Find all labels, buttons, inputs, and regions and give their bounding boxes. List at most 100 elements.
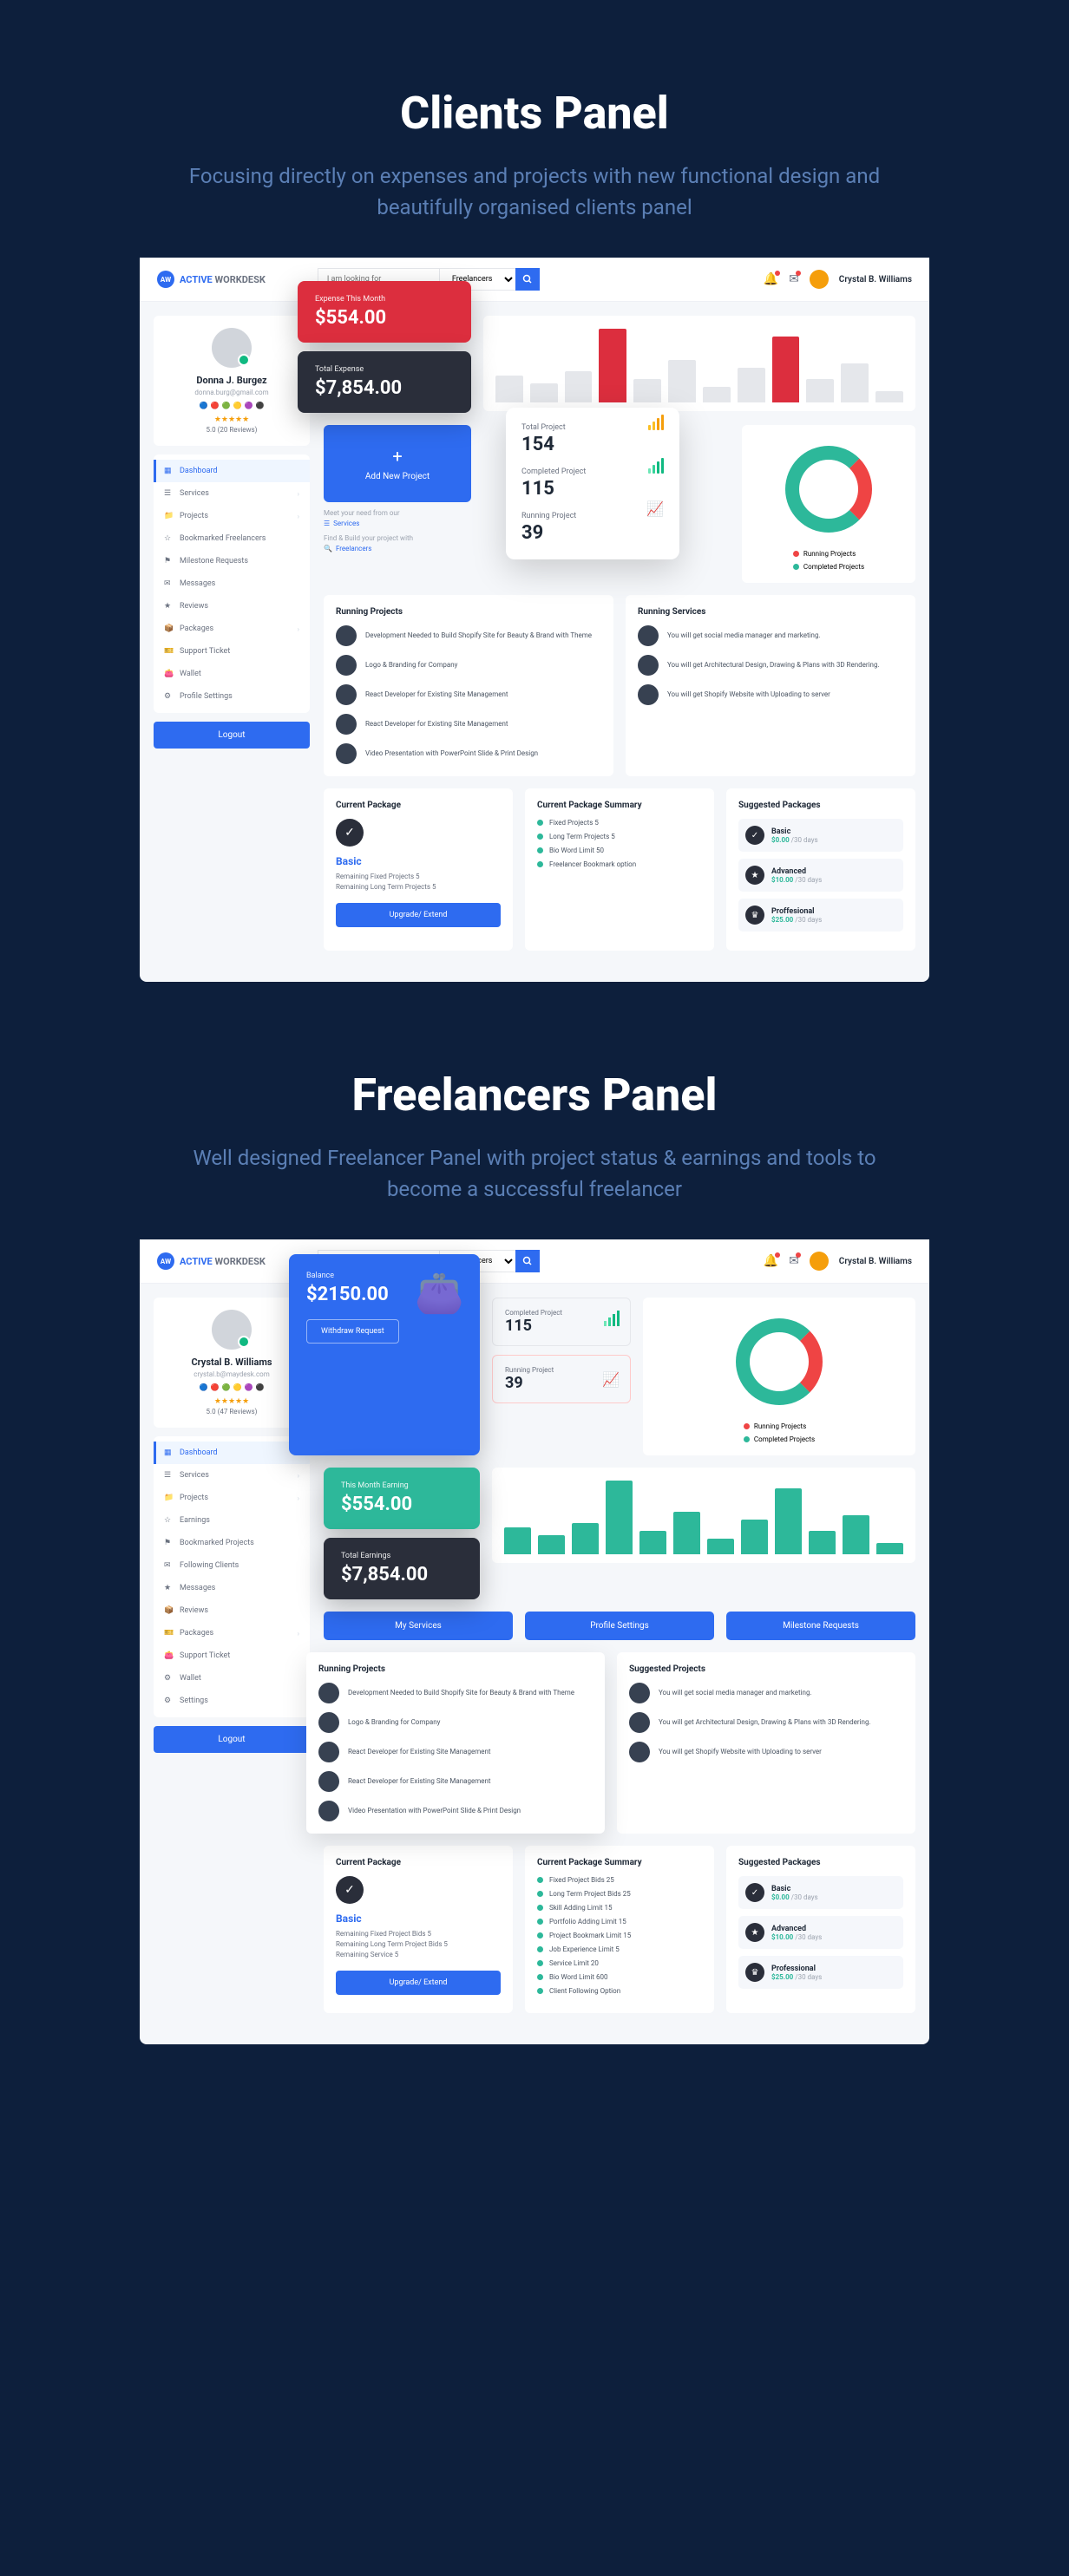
logout-button[interactable]: Logout	[154, 722, 310, 749]
notify-icon[interactable]: 🔔	[764, 1254, 778, 1268]
upgrade-button[interactable]: Upgrade/ Extend	[336, 903, 501, 927]
list-item[interactable]: Logo & Branding for Company	[318, 1712, 593, 1733]
nav-item-reviews[interactable]: 📦Reviews	[154, 1599, 310, 1622]
nav-item-milestone-requests[interactable]: ⚑Milestone Requests	[154, 550, 310, 572]
services-link[interactable]: ☰Services	[324, 520, 471, 527]
nav-menu: ▦Dashboard☰Services›📁Projects›☆Bookmarke…	[154, 454, 310, 713]
bar	[599, 329, 626, 403]
suggested-package[interactable]: ★Advanced$10.00 /30 days	[738, 1916, 903, 1949]
bar	[504, 1527, 531, 1555]
summary-item: Client Following Option	[537, 1987, 702, 1995]
topbar: AW ACTIVE WORKDESK Freelancers 🔔 ✉ Cryst…	[140, 258, 929, 302]
username[interactable]: Crystal B. Williams	[839, 1257, 912, 1266]
message-icon[interactable]: ✉	[789, 272, 799, 286]
nav-item-messages[interactable]: ✉Messages	[154, 572, 310, 595]
nav-item-support-ticket[interactable]: 👛Support Ticket	[154, 1644, 310, 1667]
sidebar: Crystal B. Williams crystal.b@maydesk.co…	[154, 1298, 310, 2013]
donut-chart	[736, 1318, 823, 1405]
notify-icon[interactable]: 🔔	[764, 272, 778, 286]
message-icon[interactable]: ✉	[789, 1254, 799, 1268]
suggested-package[interactable]: ✓Basic$0.00 /30 days	[738, 1876, 903, 1909]
nav-item-bookmarked-freelancers[interactable]: ☆Bookmarked Freelancers	[154, 527, 310, 550]
logout-button[interactable]: Logout	[154, 1726, 310, 1753]
upgrade-button[interactable]: Upgrade/ Extend	[336, 1971, 501, 1995]
nav-item-packages[interactable]: 📦Packages›	[154, 618, 310, 640]
nav-item-services[interactable]: ☰Services›	[154, 1464, 310, 1487]
search-button[interactable]	[515, 268, 540, 291]
list-item[interactable]: React Developer for Existing Site Manage…	[336, 684, 601, 705]
list-item[interactable]: React Developer for Existing Site Manage…	[318, 1771, 593, 1792]
nav-item-bookmarked-projects[interactable]: ⚑Bookmarked Projects	[154, 1532, 310, 1554]
nav-item-projects[interactable]: 📁Projects›	[154, 1487, 310, 1509]
nav-item-messages[interactable]: ★Messages	[154, 1577, 310, 1599]
nav-item-dashboard[interactable]: ▦Dashboard	[154, 460, 310, 482]
nav-item-earnings[interactable]: ☆Earnings	[154, 1509, 310, 1532]
list-item[interactable]: Video Presentation with PowerPoint Slide…	[318, 1801, 593, 1821]
list-item[interactable]: You will get Shopify Website with Upload…	[638, 684, 903, 705]
list-item[interactable]: React Developer for Existing Site Manage…	[318, 1742, 593, 1762]
nav-item-wallet[interactable]: ⚙Wallet	[154, 1667, 310, 1690]
list-item[interactable]: Development Needed to Build Shopify Site…	[318, 1683, 593, 1703]
list-item[interactable]: You will get social media manager and ma…	[629, 1683, 903, 1703]
list-item[interactable]: You will get Architectural Design, Drawi…	[638, 655, 903, 676]
withdraw-button[interactable]: Withdraw Request	[306, 1319, 399, 1344]
list-item[interactable]: Development Needed to Build Shopify Site…	[336, 625, 601, 646]
balance-card: Balance $2150.00 👛 Withdraw Request	[289, 1254, 480, 1455]
donut-legend: Running Projects Completed Projects	[744, 1422, 815, 1443]
freelancers-link[interactable]: 🔍Freelancers	[324, 545, 471, 552]
nav-item-dashboard[interactable]: ▦Dashboard	[154, 1442, 310, 1464]
bar	[565, 371, 593, 402]
add-project-button[interactable]: + Add New Project	[324, 425, 471, 502]
list-item[interactable]: You will get Shopify Website with Upload…	[629, 1742, 903, 1762]
nav-item-reviews[interactable]: ★Reviews	[154, 595, 310, 618]
nav-item-settings[interactable]: ⚙Settings	[154, 1690, 310, 1712]
suggested-package[interactable]: ♛Professional$25.00 /30 days	[738, 1956, 903, 1989]
logo[interactable]: AW ACTIVE WORKDESK	[157, 1252, 266, 1270]
nav-item-services[interactable]: ☰Services›	[154, 482, 310, 505]
rating: 5.0 (20 Reviews)	[166, 426, 298, 434]
bar	[538, 1535, 565, 1555]
list-item[interactable]: You will get social media manager and ma…	[638, 625, 903, 646]
bar	[806, 379, 834, 402]
username[interactable]: Crystal B. Williams	[839, 275, 912, 284]
project-stats-popup: Total Project154 Completed Project115 Ru…	[506, 408, 679, 559]
list-item[interactable]: Video Presentation with PowerPoint Slide…	[336, 743, 601, 764]
freelancers-title: Freelancers Panel	[0, 1069, 1069, 1121]
list-item[interactable]: React Developer for Existing Site Manage…	[336, 714, 601, 735]
nav-item-following-clients[interactable]: ✉Following Clients	[154, 1554, 310, 1577]
suggested-packages-card: Suggested Packages ✓Basic$0.00 /30 days★…	[726, 788, 915, 951]
my-services-button[interactable]: My Services	[324, 1612, 513, 1640]
current-package-card: Current Package ✓ Basic Remaining Fixed …	[324, 788, 513, 951]
nav-item-packages[interactable]: 🎫Packages›	[154, 1622, 310, 1644]
check-icon: ✓	[336, 1876, 364, 1904]
running-projects-card: Running Projects Development Needed to B…	[306, 1652, 605, 1834]
nav-item-projects[interactable]: 📁Projects›	[154, 505, 310, 527]
earning-chart	[492, 1468, 915, 1563]
nav-item-profile-settings[interactable]: ⚙Profile Settings	[154, 685, 310, 708]
list-item[interactable]: Logo & Branding for Company	[336, 655, 601, 676]
summary-item: Portfolio Adding Limit 15	[537, 1918, 702, 1925]
topbar: AW ACTIVE WORKDESK Freelancers 🔔 ✉ Cryst…	[140, 1239, 929, 1284]
bar	[495, 376, 523, 403]
bar	[572, 1523, 599, 1554]
profile-settings-button[interactable]: Profile Settings	[525, 1612, 714, 1640]
bar	[606, 1481, 633, 1555]
list-item[interactable]: You will get Architectural Design, Drawi…	[629, 1712, 903, 1733]
logo[interactable]: AW ACTIVE WORKDESK	[157, 271, 266, 288]
stars-icon: ★★★★★	[166, 1397, 298, 1406]
summary-item: Project Bookmark Limit 15	[537, 1932, 702, 1939]
donut-chart	[785, 446, 872, 533]
bar	[707, 1539, 734, 1554]
search-button[interactable]	[515, 1250, 540, 1272]
nav-item-support-ticket[interactable]: 🎫Support Ticket	[154, 640, 310, 663]
completed-mini-card: Completed Project 115	[492, 1298, 631, 1346]
summary-item: Bio Word Limit 600	[537, 1973, 702, 1981]
avatar[interactable]	[810, 270, 829, 289]
milestone-button[interactable]: Milestone Requests	[726, 1612, 915, 1640]
suggested-package[interactable]: ♛Proffesional$25.00 /30 days	[738, 899, 903, 932]
nav-item-wallet[interactable]: 👛Wallet	[154, 663, 310, 685]
suggested-package[interactable]: ★Advanced$10.00 /30 days	[738, 859, 903, 892]
profile-card: Donna J. Burgez donna.burg@gmail.com 🔵🔴🟢…	[154, 316, 310, 446]
avatar[interactable]	[810, 1252, 829, 1271]
suggested-package[interactable]: ✓Basic$0.00 /30 days	[738, 819, 903, 852]
